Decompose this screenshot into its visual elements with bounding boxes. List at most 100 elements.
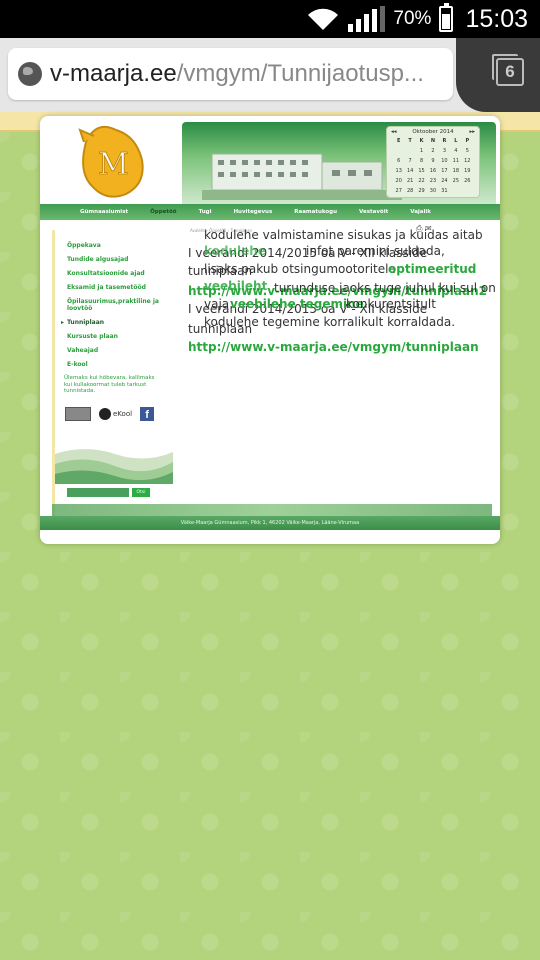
battery-icon: [439, 3, 454, 32]
calendar-day[interactable]: 14: [404, 167, 415, 175]
print-icon[interactable]: ⎙ ✉: [416, 224, 432, 234]
search-input[interactable]: [67, 488, 129, 497]
calendar-weekday: N: [430, 138, 436, 144]
calendar-day[interactable]: 9: [427, 157, 438, 165]
calendar-day[interactable]: 18: [450, 167, 461, 175]
sidebar-item-6[interactable]: Kursuste plaan: [67, 333, 160, 340]
nav-item-4[interactable]: Raamatukogu: [294, 209, 337, 215]
school-building-image: [202, 153, 402, 200]
main-nav: Gümnaasiumist Õppetöö Tugi Huvitegevus Raama…: [40, 204, 500, 220]
signal-icon: [348, 6, 386, 32]
calendar-day[interactable]: 30: [427, 187, 438, 195]
sidebar-icons: eKool f: [55, 406, 160, 421]
footer-address: Väike-Maarja Gümnaasium, Pikk 1, 46202 V…: [40, 516, 500, 530]
calendar-day[interactable]: 2: [427, 147, 438, 155]
battery-percent: 70%: [393, 8, 432, 29]
website-container: M ◂◂ Oktoober 2014 ▸▸ E T K N R L P 1 2 3 4 5 6 7 8 9 10…: [40, 116, 500, 544]
sidebar-item-4[interactable]: Õpilasuurimus,praktiline ja loovtöö: [67, 298, 160, 312]
bottom-decoration: [52, 504, 492, 516]
calendar-day[interactable]: 24: [439, 177, 450, 185]
clock: 15:03: [465, 4, 528, 33]
calendar-weekday: R: [442, 138, 447, 144]
nav-item-6[interactable]: Vajalik: [410, 209, 431, 215]
sidebar-item-0[interactable]: Õppekava: [67, 242, 160, 249]
calendar-day[interactable]: 21: [404, 177, 415, 185]
calendar-day[interactable]: 5: [462, 147, 473, 155]
calendar-day[interactable]: 4: [450, 147, 461, 155]
calendar-day[interactable]: 27: [393, 187, 404, 195]
calendar-widget[interactable]: ◂◂ Oktoober 2014 ▸▸ E T K N R L P 1 2 3 4 5 6 7 8 9 10 11…: [386, 126, 480, 198]
calendar-weekday: K: [419, 138, 424, 144]
calendar-day[interactable]: 19: [462, 167, 473, 175]
calendar-day: [393, 147, 404, 155]
calendar-day[interactable]: 3: [439, 147, 450, 155]
calendar-day[interactable]: 23: [427, 177, 438, 185]
calendar-day[interactable]: 26: [462, 177, 473, 185]
url-host: v-maarja.ee: [50, 60, 177, 87]
calendar-day[interactable]: 15: [416, 167, 427, 175]
url-field[interactable]: v-maarja.ee/vmgym/Tunnijaotusp...: [8, 48, 453, 100]
calendar-day[interactable]: 31: [439, 187, 450, 195]
calendar-day[interactable]: 25: [450, 177, 461, 185]
sidebar-item-3[interactable]: Eksamid ja tasemetööd: [67, 284, 160, 291]
search-row: Otsi: [67, 488, 150, 497]
calendar-next-icon[interactable]: ▸▸: [469, 129, 475, 135]
partner-badge-icon[interactable]: [65, 406, 91, 421]
tabs-area: 6: [456, 38, 540, 112]
ekool-icon: [99, 407, 111, 420]
wifi-icon: [308, 8, 339, 30]
calendar-day[interactable]: 16: [427, 167, 438, 175]
decorative-waves: [55, 449, 173, 484]
sidebar-item-1[interactable]: Tundide algusajad: [67, 256, 160, 263]
nav-item-2[interactable]: Tugi: [199, 209, 212, 215]
calendar-grid: E T K N R L P 1 2 3 4 5 6 7 8 9 10 11 12 13 14 15 16 17 18 19 20 21…: [387, 135, 479, 195]
breadcrumb[interactable]: Avaleht › Õppetöö › Tunniplaan: [190, 228, 252, 233]
calendar-day[interactable]: 8: [416, 157, 427, 165]
calendar-day[interactable]: 20: [393, 177, 404, 185]
sidebar-menu: Õppekava Tundide algusajad Konsultatsiooni…: [55, 230, 160, 368]
calendar-day: [462, 187, 473, 195]
calendar-day: [450, 187, 461, 195]
svg-text:M: M: [98, 147, 129, 182]
nav-item-5[interactable]: Vestavõit: [359, 209, 388, 215]
calendar-day[interactable]: 1: [416, 147, 427, 155]
globe-icon: [18, 62, 42, 86]
calendar-weekday: E: [397, 138, 401, 144]
calendar-prev-icon[interactable]: ◂◂: [391, 129, 397, 135]
calendar-day: [404, 147, 415, 155]
sidebar-item-8[interactable]: E-kool: [67, 361, 160, 368]
school-logo-icon[interactable]: M: [76, 122, 146, 198]
sidebar: Õppekava Tundide algusajad Konsultatsiooni…: [52, 230, 173, 520]
status-bar: 70% 15:03: [0, 0, 540, 38]
url-path: /vmgym/Tunnijaotusp...: [176, 60, 424, 87]
calendar-day[interactable]: 6: [393, 157, 404, 165]
calendar-day[interactable]: 17: [439, 167, 450, 175]
nav-item-3[interactable]: Huvitegevus: [233, 209, 272, 215]
nav-item-0[interactable]: Gümnaasiumist: [80, 209, 128, 215]
sidebar-item-7[interactable]: Vaheajad: [67, 347, 160, 354]
ekool-link[interactable]: eKool: [99, 407, 133, 420]
calendar-day[interactable]: 28: [404, 187, 415, 195]
calendar-title: Oktoober 2014: [412, 129, 454, 135]
sidebar-item-2[interactable]: Konsultatsioonide ajad: [67, 270, 160, 277]
ekool-label: eKool: [113, 409, 133, 418]
sidebar-item-5[interactable]: Tunniplaan: [67, 319, 160, 326]
calendar-day[interactable]: 13: [393, 167, 404, 175]
sidebar-quote: Ülemaks kui hõbevara, kallimaks kui kull…: [64, 375, 155, 394]
calendar-day[interactable]: 12: [462, 157, 473, 165]
calendar-day[interactable]: 11: [450, 157, 461, 165]
nav-item-1[interactable]: Õppetöö: [150, 209, 176, 215]
tabs-button[interactable]: 6: [492, 54, 524, 86]
facebook-icon[interactable]: f: [140, 406, 155, 421]
calendar-weekday: P: [465, 138, 470, 144]
url-text[interactable]: v-maarja.ee/vmgym/Tunnijaotusp...: [50, 60, 430, 88]
calendar-weekday: L: [454, 138, 458, 144]
calendar-day[interactable]: 10: [439, 157, 450, 165]
calendar-day[interactable]: 29: [416, 187, 427, 195]
calendar-weekday: T: [408, 138, 412, 144]
calendar-day[interactable]: 7: [404, 157, 415, 165]
header-banner: ◂◂ Oktoober 2014 ▸▸ E T K N R L P 1 2 3 4 5 6 7 8 9 10 11…: [182, 122, 496, 208]
calendar-day[interactable]: 22: [416, 177, 427, 185]
search-button[interactable]: Otsi: [132, 488, 150, 497]
browser-toolbar: v-maarja.ee/vmgym/Tunnijaotusp... 6: [0, 38, 540, 112]
